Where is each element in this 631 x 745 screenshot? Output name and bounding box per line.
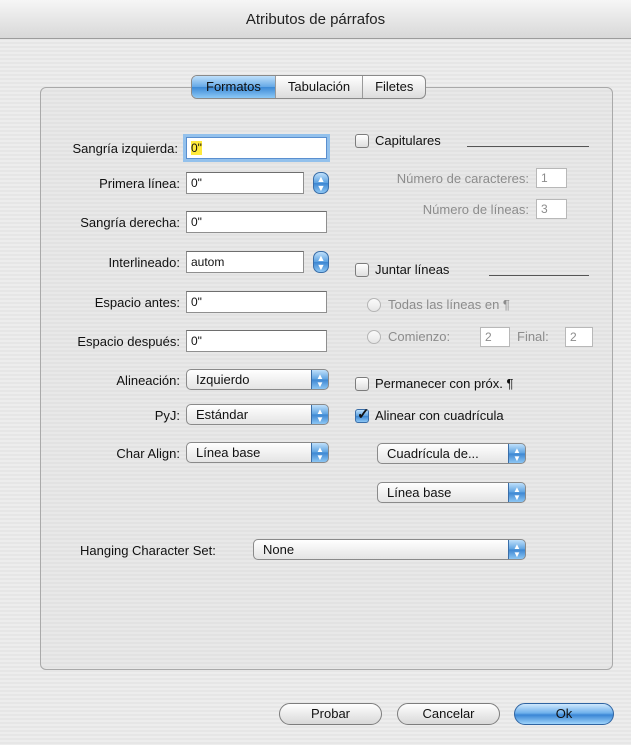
capitulares-label: Capitulares xyxy=(375,133,441,148)
espacio-despues-field[interactable]: 0" xyxy=(186,330,327,352)
espacio-antes-field[interactable]: 0" xyxy=(186,291,327,313)
linea-base-popup[interactable]: Línea base ▲ ▼ xyxy=(377,482,526,503)
linea-base-value: Línea base xyxy=(387,485,452,500)
num-caracteres-label: Número de caracteres: xyxy=(396,171,529,186)
alineacion-value: Izquierdo xyxy=(196,372,250,387)
pyj-value: Estándar xyxy=(196,407,249,422)
primera-linea-label: Primera línea: xyxy=(99,176,180,191)
capitulares-checkbox[interactable] xyxy=(355,134,369,148)
cuadricula-value: Cuadrícula de... xyxy=(387,446,479,461)
checkmark-icon: ✓ xyxy=(357,406,370,423)
tab-filetes[interactable]: Filetes xyxy=(363,76,425,98)
final-label: Final: xyxy=(517,329,549,344)
comienzo-radio[interactable] xyxy=(367,330,381,344)
alineacion-popup[interactable]: Izquierdo ▲ ▼ xyxy=(186,369,329,390)
alinear-cuadricula-label: Alinear con cuadrícula xyxy=(375,408,504,423)
popup-arrows-icon: ▲ ▼ xyxy=(508,444,525,463)
popup-arrows-icon: ▲ ▼ xyxy=(508,540,525,559)
tab-bar: Formatos Tabulación Filetes xyxy=(191,75,427,99)
probar-button[interactable]: Probar xyxy=(279,703,382,725)
espacio-antes-label: Espacio antes: xyxy=(94,295,180,310)
cancelar-button[interactable]: Cancelar xyxy=(397,703,500,725)
dialog-window: Atributos de párrafos Formatos Tabulació… xyxy=(0,0,631,745)
title-bar: Atributos de párrafos xyxy=(0,0,631,39)
alinear-cuadricula-checkbox[interactable]: ✓ xyxy=(355,406,370,423)
sangria-izquierda-field[interactable]: 0" xyxy=(186,137,327,159)
sangria-izquierda-label: Sangría izquierda: xyxy=(72,141,178,156)
ok-button[interactable]: Ok xyxy=(514,703,614,725)
espacio-despues-label: Espacio después: xyxy=(77,334,180,349)
popup-arrows-icon: ▲ ▼ xyxy=(311,370,328,389)
num-caracteres-field[interactable]: 1 xyxy=(536,168,567,188)
popup-arrows-icon: ▲ ▼ xyxy=(311,405,328,424)
final-field[interactable]: 2 xyxy=(565,327,593,347)
primera-linea-field[interactable]: 0" xyxy=(186,172,304,194)
pyj-popup[interactable]: Estándar ▲ ▼ xyxy=(186,404,329,425)
juntar-lineas-divider xyxy=(489,275,589,276)
interlineado-stepper-icon[interactable]: ▲ ▼ xyxy=(313,251,329,273)
hanging-label: Hanging Character Set: xyxy=(80,543,216,558)
window-title: Atributos de párrafos xyxy=(245,11,386,28)
popup-arrows-icon: ▲ ▼ xyxy=(508,483,525,502)
todas-lineas-radio[interactable] xyxy=(367,298,381,312)
pyj-label: PyJ: xyxy=(154,408,180,423)
primera-linea-stepper-icon[interactable]: ▲ ▼ xyxy=(313,172,329,194)
hanging-value: None xyxy=(263,542,295,557)
char-align-popup[interactable]: Línea base ▲ ▼ xyxy=(186,442,329,463)
cuadricula-popup[interactable]: Cuadrícula de... ▲ ▼ xyxy=(377,443,526,464)
tab-tabulacion[interactable]: Tabulación xyxy=(276,76,364,98)
sangria-derecha-label: Sangría derecha: xyxy=(80,215,180,230)
popup-arrows-icon: ▲ ▼ xyxy=(311,443,328,462)
alineacion-label: Alineación: xyxy=(116,373,180,388)
juntar-lineas-label: Juntar líneas xyxy=(375,262,450,277)
char-align-label: Char Align: xyxy=(116,446,180,461)
comienzo-field[interactable]: 2 xyxy=(480,327,510,347)
num-lineas-label: Número de líneas: xyxy=(422,202,529,217)
interlineado-field[interactable]: autom xyxy=(186,251,304,273)
permanecer-checkbox[interactable] xyxy=(355,377,369,391)
sangria-izquierda-value: 0" xyxy=(191,141,202,155)
permanecer-label: Permanecer con próx. ¶ xyxy=(375,376,514,391)
todas-lineas-label: Todas las líneas en ¶ xyxy=(388,297,510,312)
tab-formatos[interactable]: Formatos xyxy=(192,76,276,98)
sangria-derecha-field[interactable]: 0" xyxy=(186,211,327,233)
num-lineas-field[interactable]: 3 xyxy=(536,199,567,219)
juntar-lineas-checkbox[interactable] xyxy=(355,263,369,277)
comienzo-label: Comienzo: xyxy=(388,329,451,344)
char-align-value: Línea base xyxy=(196,445,261,460)
capitulares-divider xyxy=(467,146,589,147)
interlineado-label: Interlineado: xyxy=(108,255,180,270)
hanging-popup[interactable]: None ▲ ▼ xyxy=(253,539,526,560)
